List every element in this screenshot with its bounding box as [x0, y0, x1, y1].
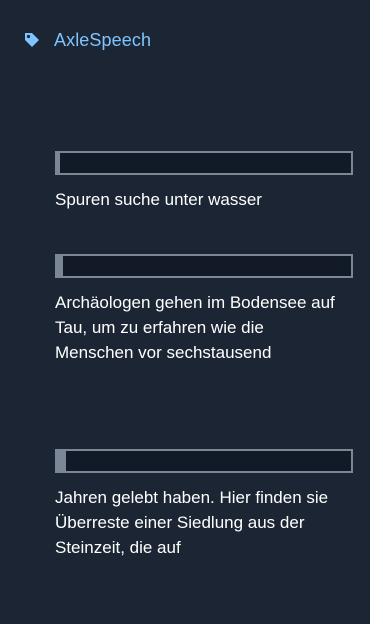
progress-fill	[57, 451, 66, 471]
segment-3: Jahren gelebt haben. Hier finden sie Übe…	[55, 449, 355, 560]
progress-bar	[55, 254, 353, 278]
segment-text: Archäologen gehen im Bodensee auf Tau, u…	[55, 293, 335, 362]
progress-fill	[57, 153, 60, 173]
panel-header: AxleSpeech	[24, 26, 151, 54]
segment-1: Spuren suche unter wasser	[55, 151, 355, 212]
progress-bar	[55, 151, 353, 175]
tag-icon	[24, 32, 40, 48]
progress-fill	[57, 256, 63, 276]
progress-bar	[55, 449, 353, 473]
speech-panel: AxleSpeech Spuren suche unter wasser Arc…	[0, 0, 370, 624]
app-title: AxleSpeech	[54, 29, 152, 50]
segment-text: Spuren suche unter wasser	[55, 190, 262, 209]
segment-2: Archäologen gehen im Bodensee auf Tau, u…	[55, 254, 355, 365]
segment-text: Jahren gelebt haben. Hier finden sie Übe…	[55, 488, 329, 557]
